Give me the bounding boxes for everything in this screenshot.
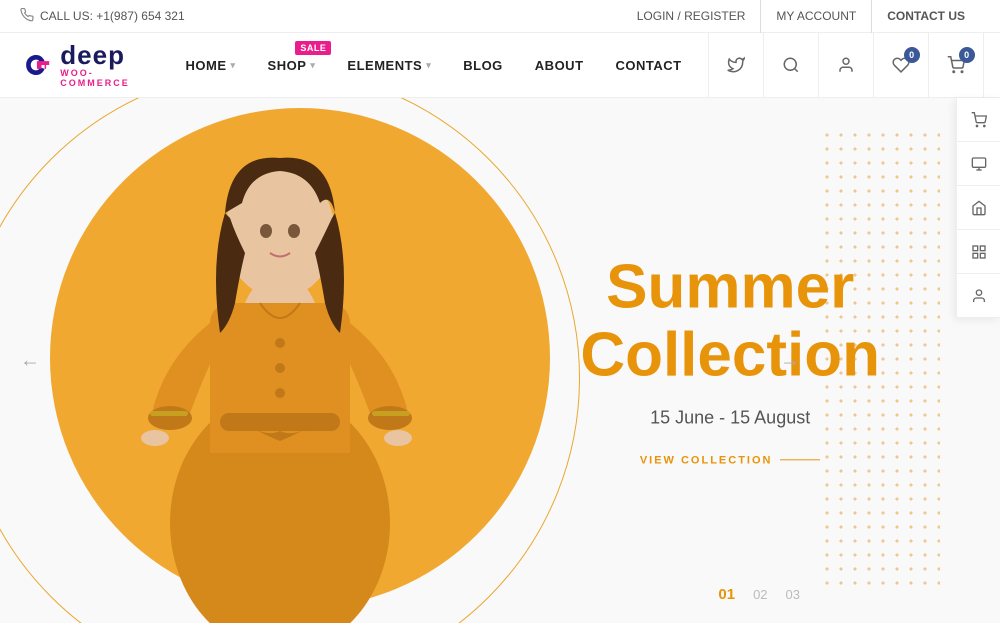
search-icon-btn[interactable] — [764, 33, 819, 98]
nav-item-about[interactable]: ABOUT — [519, 33, 600, 98]
slide-num-3[interactable]: 03 — [786, 587, 800, 602]
slide-num-2[interactable]: 02 — [753, 587, 767, 602]
navbar: deep WOO-COMMERCE HOME ▾ SALE SHOP ▾ ELE… — [0, 33, 1000, 98]
wishlist-icon-btn[interactable]: 0 — [874, 33, 929, 98]
cart-count: 0 — [959, 47, 975, 63]
chevron-down-icon: ▾ — [310, 60, 315, 71]
twitter-icon-btn[interactable] — [709, 33, 764, 98]
hero-title: Summer Collection — [580, 253, 880, 389]
nav-link-blog[interactable]: BLOG — [447, 33, 519, 98]
wishlist-count: 0 — [904, 47, 920, 63]
nav-item-shop[interactable]: SALE SHOP ▾ — [252, 33, 332, 98]
cart-icon-btn[interactable]: 0 — [929, 33, 984, 98]
logo-woo-text: WOO-COMMERCE — [60, 69, 139, 89]
cta-line — [780, 460, 820, 461]
phone-icon — [20, 8, 34, 25]
sidebar-monitor-icon[interactable] — [957, 142, 1000, 186]
chevron-down-icon: ▾ — [231, 60, 236, 71]
top-bar: CALL US: +1(987) 654 321 LOGIN / REGISTE… — [0, 0, 1000, 33]
sidebar-home-icon[interactable] — [957, 186, 1000, 230]
chevron-down-icon: ▾ — [426, 60, 431, 71]
prev-slide-button[interactable]: ← — [20, 349, 40, 372]
next-slide-button[interactable]: → — [780, 349, 800, 372]
slide-num-1[interactable]: 01 — [718, 586, 735, 603]
my-account-link[interactable]: MY ACCOUNT — [760, 0, 871, 33]
hero-date: 15 June - 15 August — [580, 407, 880, 428]
nav-icons: 0 0 — [708, 33, 984, 98]
sidebar-grid-icon[interactable] — [957, 230, 1000, 274]
nav-item-blog[interactable]: BLOG — [447, 33, 519, 98]
nav-item-contact[interactable]: CONTACT — [600, 33, 698, 98]
user-icon-btn[interactable] — [819, 33, 874, 98]
top-bar-left: CALL US: +1(987) 654 321 — [20, 8, 185, 25]
slide-numbers: 01 02 03 — [718, 586, 800, 603]
nav-item-elements[interactable]: ELEMENTS ▾ — [331, 33, 447, 98]
sidebar-user-icon[interactable] — [957, 274, 1000, 318]
nav-link-elements[interactable]: ELEMENTS ▾ — [331, 33, 447, 98]
nav-link-contact[interactable]: CONTACT — [600, 33, 698, 98]
view-collection-button[interactable]: VIEW COLLECTION — [640, 454, 821, 466]
hero-text: Summer Collection 15 June - 15 August VI… — [580, 253, 880, 468]
hero-woman-image — [80, 103, 480, 623]
nav-item-home[interactable]: HOME ▾ — [170, 33, 252, 98]
logo[interactable]: deep WOO-COMMERCE — [20, 41, 140, 89]
top-bar-right: LOGIN / REGISTER MY ACCOUNT CONTACT US — [622, 0, 980, 33]
sidebar-cart-icon[interactable] — [957, 98, 1000, 142]
sidebar-right — [956, 98, 1000, 318]
call-label: CALL US: +1(987) 654 321 — [40, 9, 185, 23]
nav-link-home[interactable]: HOME ▾ — [170, 33, 252, 98]
sale-badge: SALE — [295, 41, 331, 55]
nav-links: HOME ▾ SALE SHOP ▾ ELEMENTS ▾ BLOG ABOUT — [170, 33, 698, 98]
contact-us-link[interactable]: CONTACT US — [871, 0, 980, 33]
logo-deep-text: deep — [60, 41, 139, 70]
login-register-link[interactable]: LOGIN / REGISTER — [622, 0, 761, 33]
hero-section: Summer Collection 15 June - 15 August VI… — [0, 98, 1000, 623]
nav-link-about[interactable]: ABOUT — [519, 33, 600, 98]
